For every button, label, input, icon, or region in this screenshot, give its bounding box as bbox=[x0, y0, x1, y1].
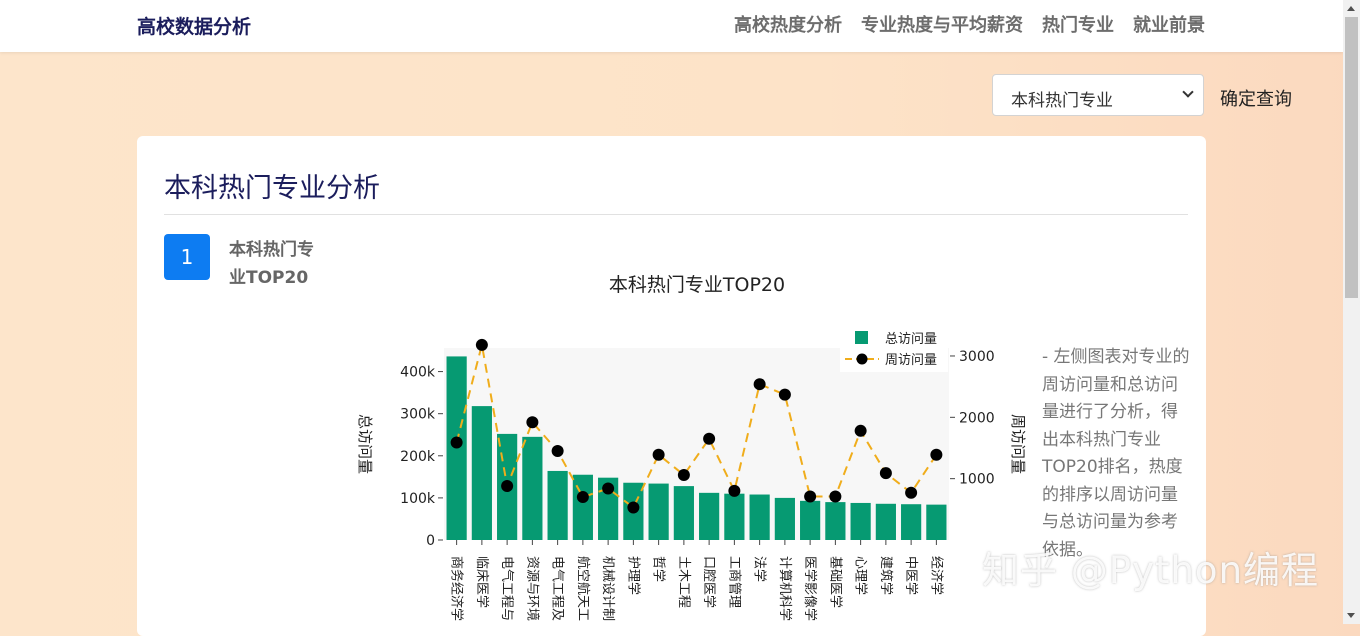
scrollbar-thumb[interactable] bbox=[1345, 17, 1358, 298]
chart-description: - 左侧图表对专业的周访问量和总访问量进行了分析，得出本科热门专业TOP20排名… bbox=[1042, 347, 1190, 560]
confirm-query-button[interactable]: 确定查询 bbox=[1220, 85, 1292, 111]
major-type-select[interactable]: 本科热门专业 bbox=[992, 74, 1204, 116]
step-title: 本科热门专业TOP20 bbox=[229, 240, 314, 288]
page-scrollbar[interactable] bbox=[1343, 0, 1360, 624]
nav-link-major-salary[interactable]: 专业热度与平均薪资 bbox=[861, 11, 1023, 37]
nav-link-university-heat[interactable]: 高校热度分析 bbox=[734, 11, 842, 37]
nav-link-hot-majors[interactable]: 热门专业 bbox=[1042, 11, 1114, 37]
select-value: 本科热门专业 bbox=[1011, 91, 1113, 111]
nav-links: 高校热度分析 专业热度与平均薪资 热门专业 就业前景 bbox=[734, 11, 1205, 37]
scroll-up-icon[interactable] bbox=[1347, 6, 1355, 11]
divider bbox=[164, 214, 1188, 215]
nav-link-employment[interactable]: 就业前景 bbox=[1133, 11, 1205, 37]
chevron-down-icon bbox=[1182, 86, 1194, 98]
navbar: 高校数据分析 高校热度分析 专业热度与平均薪资 热门专业 就业前景 bbox=[0, 0, 1343, 52]
step-number-badge: 1 bbox=[164, 234, 210, 280]
watermark: 知乎 @Python编程 bbox=[982, 549, 1320, 592]
card-title: 本科热门专业分析 bbox=[164, 173, 380, 204]
scroll-down-icon[interactable] bbox=[1347, 613, 1355, 618]
brand-logo[interactable]: 高校数据分析 bbox=[137, 12, 251, 39]
